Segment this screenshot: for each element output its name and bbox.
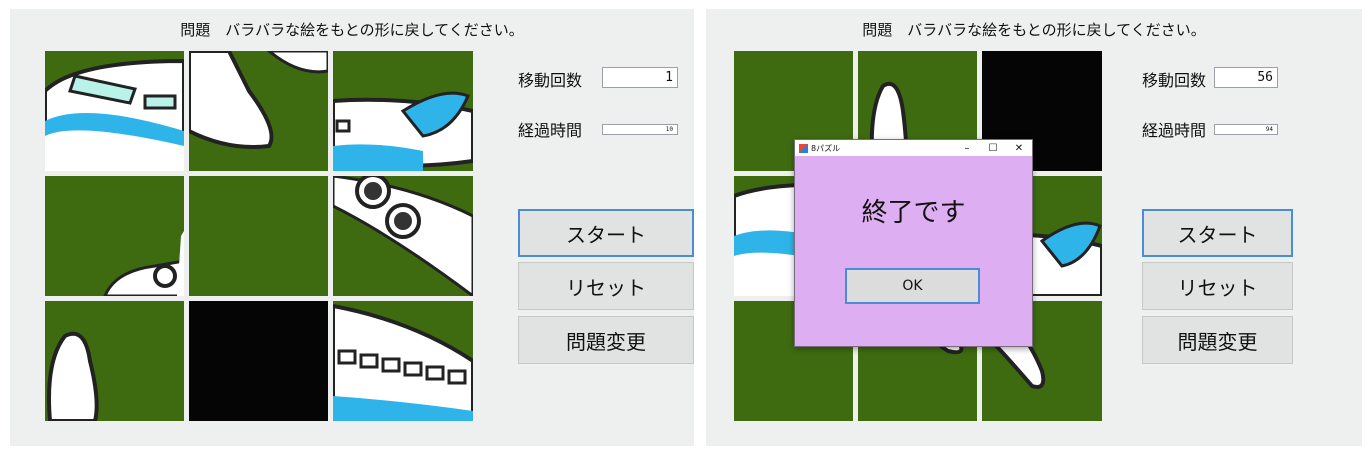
puzzle-board [45, 51, 473, 421]
puzzle-tile[interactable] [333, 301, 473, 421]
puzzle-window-finished: 問題 バラバラな絵をもとの形に戻してください。 移動回数 56 経過時間 94 … [706, 9, 1362, 446]
puzzle-window-start: 問題 バラバラな絵をもとの形に戻してください。 移動回数 1 経過時間 10 ス… [10, 9, 694, 446]
elapsed-label: 経過時間 [518, 121, 583, 140]
dialog-titlebar: 8パズル – ☐ ✕ [795, 140, 1032, 156]
puzzle-tile[interactable] [189, 51, 328, 171]
puzzle-tile[interactable] [45, 176, 184, 296]
completion-dialog: 8パズル – ☐ ✕ 終了です OK [794, 139, 1033, 347]
elapsed-label: 経過時間 [1142, 121, 1207, 140]
puzzle-tile[interactable] [333, 176, 473, 296]
change-problem-button[interactable]: 問題変更 [1142, 316, 1293, 364]
puzzle-tile[interactable] [45, 51, 184, 171]
dialog-message: 終了です [861, 198, 966, 228]
maximize-icon[interactable]: ☐ [980, 143, 1006, 154]
reset-button[interactable]: リセット [1142, 262, 1293, 310]
instruction-text: 問題 バラバラな絵をもとの形に戻してください。 [180, 21, 524, 39]
puzzle-tile[interactable] [333, 51, 473, 171]
puzzle-tile[interactable] [189, 176, 328, 296]
elapsed-field: 10 [602, 124, 678, 135]
minimize-icon[interactable]: – [954, 143, 980, 154]
start-button[interactable]: スタート [518, 209, 694, 257]
ok-button[interactable]: OK [845, 268, 980, 304]
reset-button[interactable]: リセット [518, 262, 694, 310]
moves-label: 移動回数 [1142, 71, 1207, 90]
close-icon[interactable]: ✕ [1006, 143, 1032, 154]
dialog-title: 8パズル [811, 143, 841, 153]
app-icon [799, 143, 808, 153]
moves-field: 1 [602, 67, 678, 88]
puzzle-tile[interactable] [45, 301, 184, 421]
start-button[interactable]: スタート [1142, 209, 1293, 257]
moves-field: 56 [1214, 67, 1278, 88]
moves-label: 移動回数 [518, 71, 583, 90]
change-problem-button[interactable]: 問題変更 [518, 316, 694, 364]
elapsed-field: 94 [1214, 124, 1278, 135]
instruction-text: 問題 バラバラな絵をもとの形に戻してください。 [862, 21, 1206, 39]
empty-tile [189, 301, 328, 421]
